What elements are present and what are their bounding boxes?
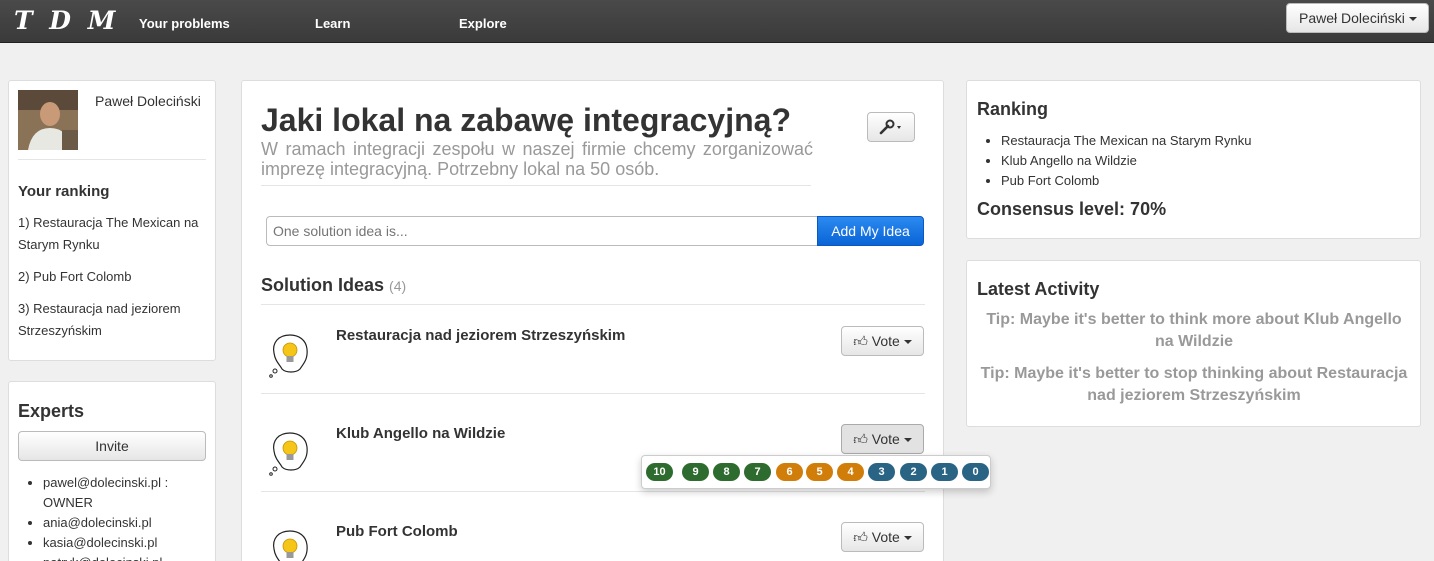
solution-ideas-title: Solution Ideas — [261, 275, 385, 295]
profile-name[interactable]: Paweł Doleciński — [95, 93, 201, 109]
caret-down-icon — [903, 438, 912, 443]
ranking-list-item: Klub Angello na Wildzie — [1001, 151, 1251, 171]
latest-activity-panel: Latest Activity Tip: Maybe it's better t… — [966, 260, 1421, 427]
experts-list: pawel@dolecinski.pl : OWNER ania@dolecin… — [43, 473, 213, 561]
experts-heading: Experts — [18, 401, 85, 421]
score-button-6[interactable]: 6 — [776, 463, 803, 481]
ranking-heading: Ranking — [977, 99, 1049, 119]
vote-score-popover: 10 9 8 7 6 5 4 3 2 1 0 — [641, 455, 991, 489]
user-menu-button[interactable]: Paweł Doleciński — [1286, 3, 1429, 33]
solution-ideas-heading: Solution Ideas (4) — [261, 275, 406, 296]
caret-down-icon — [903, 536, 912, 541]
ranking-list: Restauracja The Mexican na Starym Rynku … — [1001, 131, 1251, 191]
settings-dropdown-button[interactable] — [867, 112, 915, 142]
score-button-7[interactable]: 7 — [744, 463, 771, 481]
activity-tip: Tip: Maybe it's better to stop thinking … — [980, 365, 1408, 404]
latest-activity-heading: Latest Activity — [977, 279, 1100, 299]
solution-idea-title[interactable]: Pub Fort Colomb — [336, 523, 458, 540]
divider — [18, 159, 206, 160]
wrench-icon — [879, 119, 901, 135]
expert-item: kasia@dolecinski.pl — [43, 533, 213, 553]
ranking-list-item: Restauracja The Mexican na Starym Rynku — [1001, 131, 1251, 151]
solution-idea-title[interactable]: Restauracja nad jeziorem Strzeszyńskim — [336, 327, 625, 344]
nav-explore[interactable]: Explore — [459, 16, 507, 31]
user-menu-label: Paweł Doleciński — [1299, 10, 1405, 26]
score-button-3[interactable]: 3 — [868, 463, 895, 481]
thumbs-up-icon: 👍︎ — [853, 529, 868, 545]
ranking-list-item: Pub Fort Colomb — [1001, 171, 1251, 191]
vote-label: Vote — [871, 333, 900, 349]
score-button-5[interactable]: 5 — [806, 463, 833, 481]
problem-description: W ramach integracji zespołu w naszej fir… — [261, 139, 813, 179]
your-ranking-heading: Your ranking — [18, 183, 110, 200]
ranking-item: 2) Pub Fort Colomb — [18, 269, 132, 284]
expert-item: patryk@dolecinski.pl — [43, 553, 213, 561]
expert-item: pawel@dolecinski.pl : OWNER — [43, 473, 213, 513]
nav-learn[interactable]: Learn — [315, 16, 350, 31]
caret-down-icon — [1408, 17, 1417, 22]
score-button-9[interactable]: 9 — [682, 463, 709, 481]
expert-item: ania@dolecinski.pl — [43, 513, 213, 533]
solution-idea-input[interactable] — [266, 216, 819, 246]
vote-button[interactable]: 👍︎ Vote — [841, 522, 924, 552]
brand-logo[interactable]: T D M — [14, 6, 119, 35]
solution-idea-title[interactable]: Klub Angello na Wildzie — [336, 425, 505, 442]
top-navbar: T D M Your problems Learn Explore Paweł … — [0, 0, 1434, 43]
thumbs-up-icon: 👍︎ — [853, 333, 868, 349]
vote-label: Vote — [871, 529, 900, 545]
thumbs-up-icon: 👍︎ — [853, 431, 868, 447]
invite-button[interactable]: Invite — [18, 431, 206, 461]
lightbulb-icon — [269, 432, 308, 476]
caret-down-icon — [903, 340, 912, 345]
ranking-item: 3) Restauracja nad jeziorem Strzeszyński… — [18, 301, 181, 338]
solution-ideas-count: (4) — [389, 278, 407, 294]
consensus-level: Consensus level: 70% — [977, 199, 1167, 219]
nav-your-problems[interactable]: Your problems — [139, 16, 230, 31]
divider — [261, 393, 925, 394]
profile-panel: Paweł Doleciński Your ranking 1) Restaur… — [8, 80, 216, 361]
score-button-8[interactable]: 8 — [713, 463, 740, 481]
score-button-0[interactable]: 0 — [962, 463, 989, 481]
vote-button[interactable]: 👍︎ Vote — [841, 326, 924, 356]
vote-button[interactable]: 👍︎ Vote — [841, 424, 924, 454]
lightbulb-icon — [273, 530, 308, 561]
activity-tip: Tip: Maybe it's better to think more abo… — [986, 311, 1402, 350]
lightbulb-icon — [269, 334, 308, 378]
add-my-idea-button[interactable]: Add My Idea — [817, 216, 924, 246]
divider — [261, 185, 811, 186]
problem-title: Jaki lokal na zabawę integracyjną? — [261, 102, 791, 138]
score-button-1[interactable]: 1 — [931, 463, 958, 481]
score-button-10[interactable]: 10 — [646, 463, 673, 481]
avatar — [18, 90, 78, 150]
score-button-4[interactable]: 4 — [837, 463, 864, 481]
vote-label: Vote — [871, 431, 900, 447]
divider — [261, 491, 925, 492]
experts-panel: Experts Invite pawel@dolecinski.pl : OWN… — [8, 381, 216, 561]
ranking-item: 1) Restauracja The Mexican na Starym Ryn… — [18, 215, 199, 252]
ranking-panel: Ranking Restauracja The Mexican na Stary… — [966, 80, 1421, 239]
score-button-2[interactable]: 2 — [900, 463, 927, 481]
divider — [261, 304, 925, 305]
